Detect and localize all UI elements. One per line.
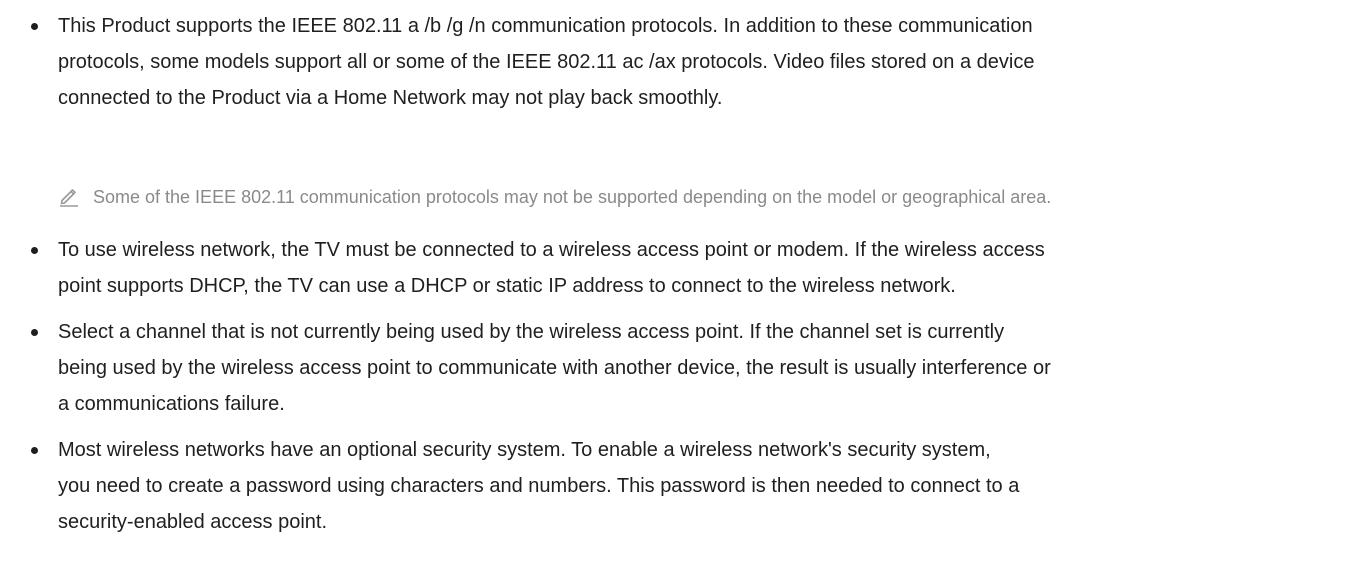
text-line: point supports DHCP, the TV can use a DH… [58, 275, 956, 297]
text-line: a communications failure. [58, 393, 285, 415]
bullet-dot [31, 23, 38, 30]
text-line: being used by the wireless access point … [58, 357, 1051, 379]
bullet-text: Select a channel that is not currently b… [58, 314, 1368, 422]
text-line: security-enabled access point. [58, 511, 328, 533]
text-line: This Product supports the IEEE 802.11 a … [58, 15, 1033, 37]
pencil-icon [60, 189, 78, 207]
bullet-text: Most wireless networks have an optional … [58, 432, 1368, 540]
text-line: To use wireless network, the TV must be … [58, 239, 1045, 261]
bullet-text: This Product supports the IEEE 802.11 a … [58, 8, 1368, 116]
bullet-dot [31, 447, 38, 454]
text-line: you need to create a password using char… [58, 475, 1020, 497]
bullet-dot [31, 329, 38, 336]
text-line: connected to the Product via a Home Netw… [58, 87, 723, 109]
text-line: protocols, some models support all or so… [58, 51, 1035, 73]
text-line: Most wireless networks have an optional … [58, 439, 991, 461]
document-page: This Product supports the IEEE 802.11 a … [0, 0, 1372, 563]
text-line: Select a channel that is not currently b… [58, 321, 1005, 343]
note: Some of the IEEE 802.11 communication pr… [0, 182, 1372, 212]
note-text: Some of the IEEE 802.11 communication pr… [93, 187, 1052, 207]
bullet-dot [31, 247, 38, 254]
bullet-text: To use wireless network, the TV must be … [58, 232, 1368, 304]
